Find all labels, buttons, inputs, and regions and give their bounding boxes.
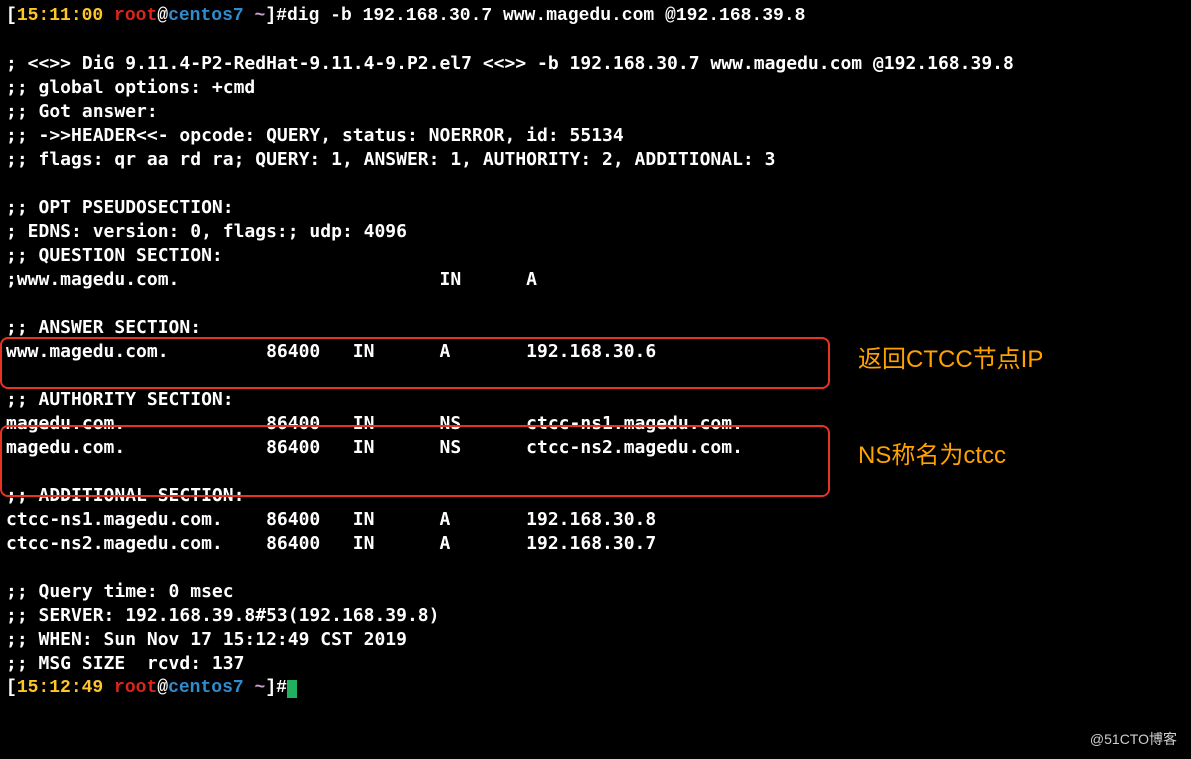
username: root — [114, 6, 157, 26]
timestamp: 15:11:00 — [17, 6, 103, 26]
prompt-symbol: # — [276, 678, 287, 698]
timestamp: 15:12:49 — [17, 678, 103, 698]
hostname: centos7 — [168, 678, 244, 698]
command-text: dig -b 192.168.30.7 www.magedu.com @192.… — [287, 6, 805, 26]
cwd: ~ — [255, 678, 266, 698]
cwd: ~ — [255, 6, 266, 26]
hostname: centos7 — [168, 6, 244, 26]
prompt-symbol: # — [276, 6, 287, 26]
cursor — [287, 680, 297, 698]
annotation-ns-ctcc: NS称名为ctcc — [858, 444, 1006, 468]
prompt-line-1: [15:11:00 root@centos7 ~]#dig -b 192.168… — [6, 4, 1185, 28]
watermark: @51CTO博客 — [1090, 727, 1177, 751]
annotation-ctcc-ip: 返回CTCC节点IP — [858, 348, 1043, 372]
prompt-line-2[interactable]: [15:12:49 root@centos7 ~]# — [6, 676, 1185, 700]
username: root — [114, 678, 157, 698]
